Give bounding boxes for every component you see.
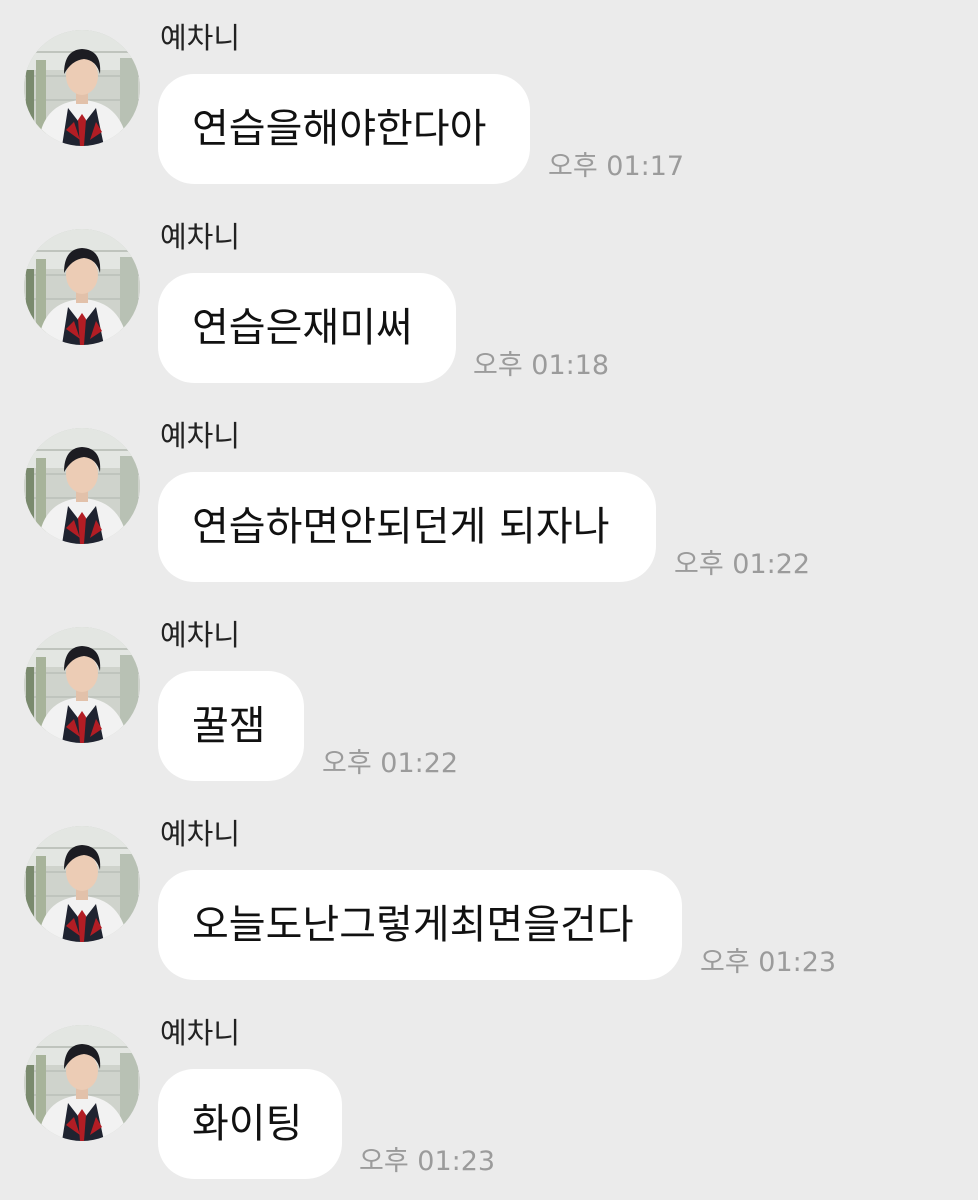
sender-name: 예차니 bbox=[160, 21, 241, 55]
avatar[interactable] bbox=[24, 229, 140, 345]
sender-name: 예차니 bbox=[160, 419, 241, 453]
message-row: 예차니 연습은재미써 오후 01:18 bbox=[0, 199, 978, 383]
message-text: 화이팅 bbox=[192, 1101, 303, 1147]
sender-name: 예차니 bbox=[160, 220, 241, 254]
message-time: 오후 01:22 bbox=[322, 748, 459, 779]
message-row: 예차니 오늘도난그렇게최면을건다 오후 01:23 bbox=[0, 796, 978, 980]
avatar[interactable] bbox=[24, 627, 140, 743]
message-time: 오후 01:23 bbox=[359, 1146, 496, 1177]
sender-name: 예차니 bbox=[160, 618, 241, 652]
message-text: 연습하면안되던게 되자나 bbox=[192, 504, 610, 550]
message-text: 오늘도난그렇게최면을건다 bbox=[192, 902, 634, 948]
avatar[interactable] bbox=[24, 1025, 140, 1141]
message-time: 오후 01:23 bbox=[700, 947, 837, 978]
message-bubble[interactable]: 화이팅 bbox=[158, 1069, 342, 1179]
message-bubble[interactable]: 오늘도난그렇게최면을건다 bbox=[158, 870, 682, 980]
avatar[interactable] bbox=[24, 428, 140, 544]
message-bubble[interactable]: 연습하면안되던게 되자나 bbox=[158, 472, 656, 582]
message-row: 예차니 연습하면안되던게 되자나 오후 01:22 bbox=[0, 398, 978, 582]
sender-name: 예차니 bbox=[160, 817, 241, 851]
message-bubble[interactable]: 연습을해야한다아 bbox=[158, 74, 530, 184]
message-bubble[interactable]: 연습은재미써 bbox=[158, 273, 456, 383]
message-text: 연습은재미써 bbox=[192, 305, 413, 351]
message-bubble[interactable]: 꿀잼 bbox=[158, 671, 304, 781]
sender-name: 예차니 bbox=[160, 1016, 241, 1050]
message-text: 꿀잼 bbox=[192, 703, 266, 749]
avatar[interactable] bbox=[24, 30, 140, 146]
message-text: 연습을해야한다아 bbox=[192, 106, 487, 152]
message-time: 오후 01:18 bbox=[473, 350, 610, 381]
message-row: 예차니 꿀잼 오후 01:22 bbox=[0, 597, 978, 781]
avatar[interactable] bbox=[24, 826, 140, 942]
message-time: 오후 01:17 bbox=[548, 151, 685, 182]
message-row: 예차니 연습을해야한다아 오후 01:17 bbox=[0, 0, 978, 184]
message-row: 예차니 화이팅 오후 01:23 bbox=[0, 995, 978, 1179]
message-time: 오후 01:22 bbox=[674, 549, 811, 580]
